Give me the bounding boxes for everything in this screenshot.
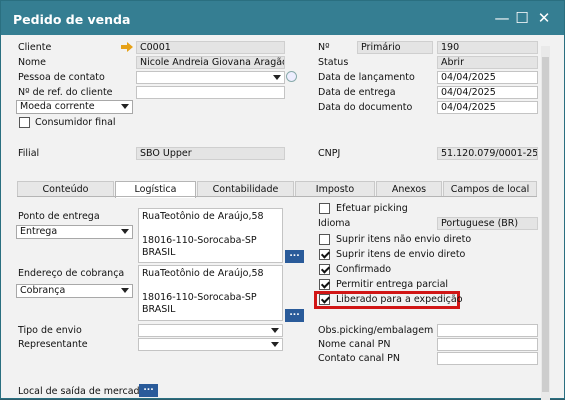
liberado-expedicao-checkbox[interactable] — [319, 294, 330, 305]
ponto-entrega-select-value: Entrega — [20, 226, 58, 237]
title-bar: Pedido de venda — ☐ ✕ — [1, 1, 564, 35]
tab-conteudo[interactable]: Conteúdo — [17, 181, 114, 197]
confirmado-checkbox[interactable] — [319, 264, 330, 275]
filial-field[interactable]: SBO Upper — [136, 147, 285, 160]
idioma-field[interactable]: Portuguese (BR) — [437, 217, 538, 230]
suprir-nao-direto-checkbox[interactable] — [319, 234, 330, 245]
tab-contabilidade[interactable]: Contabilidade — [197, 181, 294, 197]
moeda-select-value: Moeda corrente — [20, 101, 95, 112]
ponto-entrega-more-button[interactable]: ... — [285, 250, 304, 263]
cliente-field[interactable]: C0001 — [136, 41, 285, 54]
tab-imposto[interactable]: Imposto — [295, 181, 375, 197]
local-saida-more-button[interactable]: ... — [139, 384, 158, 397]
representante-select[interactable] — [138, 338, 283, 351]
serie-field[interactable]: Primário — [357, 41, 433, 54]
tab-divider — [17, 196, 537, 197]
consumidor-final-label: Consumidor final — [35, 117, 116, 128]
data-lancamento-label: Data de lançamento — [318, 72, 415, 83]
endereco-cobranca-label: Endereço de cobrança — [18, 268, 125, 279]
endereco-cobranca-select[interactable]: Cobrança — [16, 284, 133, 298]
tab-anexos[interactable]: Anexos — [376, 181, 442, 197]
cnpj-label: CNPJ — [318, 148, 341, 159]
confirmado-label: Confirmado — [336, 264, 392, 275]
efetuar-picking-checkbox[interactable] — [319, 203, 330, 214]
link-arrow-icon[interactable] — [121, 42, 133, 52]
suprir-envio-direto-label: Suprir itens de envio direto — [336, 249, 466, 260]
data-entrega-label: Data de entrega — [318, 87, 396, 98]
ref-cliente-field[interactable] — [136, 86, 285, 99]
sales-order-window: Pedido de venda — ☐ ✕ Cliente C0001 Nome… — [0, 0, 565, 400]
pessoa-contato-select[interactable] — [136, 71, 285, 84]
tab-bar: Conteúdo Logística Contabilidade Imposto… — [17, 181, 537, 198]
minimize-button[interactable]: — — [492, 8, 512, 28]
nome-canal-field[interactable] — [437, 338, 538, 351]
obs-picking-label: Obs.picking/embalagem — [318, 325, 434, 336]
nome-label: Nome — [18, 57, 47, 68]
consumidor-final-checkbox[interactable] — [19, 117, 30, 128]
liberado-expedicao-label: Liberado para a expedição — [336, 294, 463, 305]
obs-picking-field[interactable] — [437, 324, 538, 337]
data-documento-field[interactable]: 04/04/2025 — [437, 101, 538, 114]
nome-canal-label: Nome canal PN — [318, 339, 391, 350]
scrollbar-thumb[interactable] — [542, 57, 549, 392]
efetuar-picking-label: Efetuar picking — [336, 203, 408, 214]
ref-cliente-label: Nº de ref. do cliente — [18, 87, 113, 98]
representante-label: Representante — [18, 339, 88, 350]
local-saida-label: Local de saída de mercado — [18, 386, 146, 397]
filial-label: Filial — [18, 148, 40, 159]
pessoa-contato-label: Pessoa de contato — [18, 72, 105, 83]
tab-campos-local[interactable]: Campos de local — [443, 181, 537, 197]
nome-field[interactable]: Nicole Andreia Giovana Aragão — [136, 56, 285, 69]
endereco-cobranca-more-button[interactable]: ... — [285, 309, 304, 322]
contato-canal-field[interactable] — [437, 352, 538, 365]
status-field[interactable]: Abrir — [437, 56, 538, 69]
window-title: Pedido de venda — [13, 12, 131, 27]
endereco-cobranca-address[interactable]: RuaTeotônio de Araújo,58 18016-110-Soroc… — [138, 265, 283, 321]
data-lancamento-field[interactable]: 04/04/2025 — [437, 71, 538, 84]
maximize-button[interactable]: ☐ — [512, 8, 532, 28]
cliente-label: Cliente — [18, 42, 52, 53]
data-documento-label: Data do documento — [318, 102, 413, 113]
numero-field[interactable]: 190 — [437, 41, 538, 54]
ponto-entrega-label: Ponto de entrega — [18, 211, 100, 222]
info-icon[interactable] — [286, 71, 297, 82]
contato-canal-label: Contato canal PN — [318, 353, 400, 364]
ponto-entrega-address[interactable]: RuaTeotônio de Araújo,58 18016-110-Soroc… — [138, 208, 283, 263]
endereco-cobranca-select-value: Cobrança — [20, 285, 66, 296]
data-entrega-field[interactable]: 04/04/2025 — [437, 86, 538, 99]
tipo-envio-select[interactable] — [138, 324, 283, 337]
numero-label: Nº — [318, 42, 330, 53]
status-label: Status — [318, 57, 349, 68]
close-button[interactable]: ✕ — [534, 8, 554, 28]
entrega-parcial-label: Permitir entrega parcial — [336, 279, 449, 290]
cnpj-field[interactable]: 51.120.079/0001-25 — [437, 147, 538, 160]
suprir-nao-direto-label: Suprir itens não envio direto — [336, 234, 472, 245]
moeda-select[interactable]: Moeda corrente — [16, 100, 133, 114]
suprir-envio-direto-checkbox[interactable] — [319, 249, 330, 260]
ponto-entrega-select[interactable]: Entrega — [16, 225, 133, 239]
idioma-label: Idioma — [318, 218, 351, 229]
tipo-envio-label: Tipo de envio — [18, 325, 82, 336]
entrega-parcial-checkbox[interactable] — [319, 279, 330, 290]
